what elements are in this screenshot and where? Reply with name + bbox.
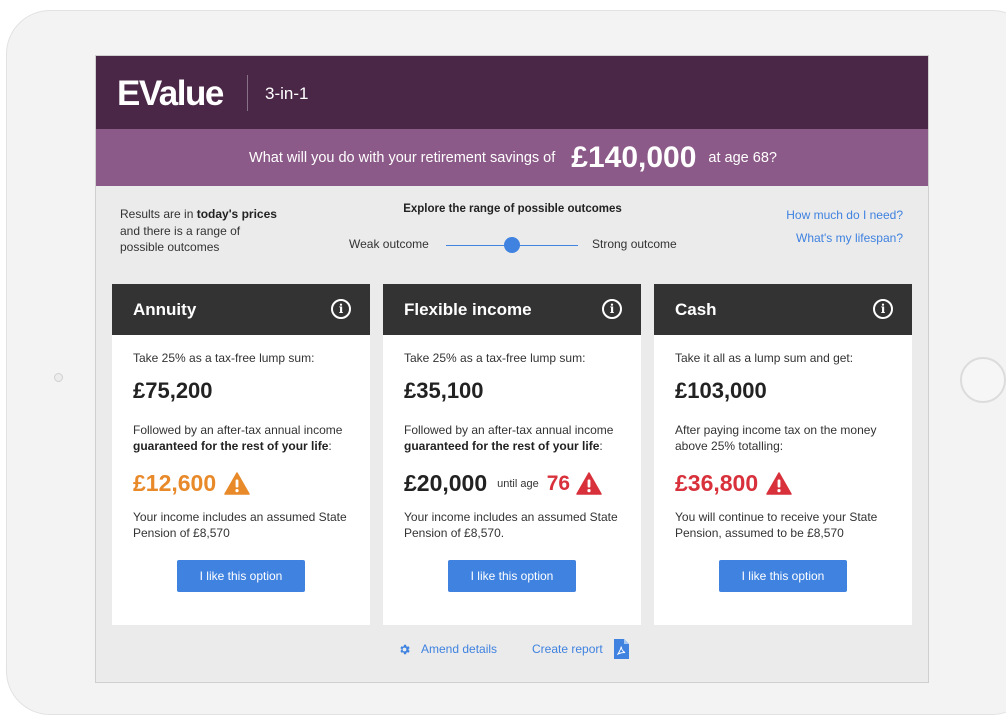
card-header: Annuity i: [112, 284, 370, 335]
strong-outcome-label: Strong outcome: [592, 237, 677, 251]
desc-prefix: Followed by an after-tax annual income: [133, 423, 343, 437]
lump-sum-label: Take 25% as a tax-free lump sum:: [133, 351, 315, 365]
cash-card: Cash i Take it all as a lump sum and get…: [654, 284, 912, 625]
warning-triangle-icon[interactable]: [766, 472, 792, 495]
annual-income-value: £12,600: [133, 470, 217, 496]
create-report-label: Create report: [532, 642, 603, 656]
annuity-card: Annuity i Take 25% as a tax-free lump su…: [112, 284, 370, 625]
logo-divider: [247, 75, 248, 111]
camera-dot: [54, 373, 63, 382]
results-note: Results are in today's prices and there …: [120, 206, 280, 256]
weak-outcome-label: Weak outcome: [349, 237, 429, 251]
results-note-suffix: and there is a range of possible outcome…: [120, 223, 241, 255]
card-title: Flexible income: [404, 300, 532, 319]
income-description: After paying income tax on the money abo…: [675, 423, 877, 453]
until-age-value: 76: [546, 471, 571, 495]
like-annuity-button[interactable]: I like this option: [177, 560, 305, 592]
results-note-prefix: Results are in: [120, 207, 197, 221]
like-flexible-income-button[interactable]: I like this option: [448, 560, 576, 592]
whats-my-lifespan-link[interactable]: What's my lifespan?: [796, 231, 903, 245]
amend-details-label: Amend details: [421, 642, 498, 656]
state-pension-note: Your income includes an assumed State Pe…: [404, 510, 618, 540]
card-header: Cash i: [654, 284, 912, 335]
card-title: Annuity: [133, 300, 197, 319]
after-tax-value: £36,800: [675, 470, 759, 496]
create-report-link[interactable]: Create report: [532, 639, 629, 659]
flexible-income-card: Flexible income i Take 25% as a tax-free…: [383, 284, 641, 625]
results-note-bold: today's prices: [196, 207, 277, 221]
state-pension-note: You will continue to receive your State …: [675, 510, 878, 540]
until-age-label: until age: [497, 477, 539, 490]
card-title: Cash: [675, 300, 717, 319]
app-screen: EValue 3-in-1 What will you do with your…: [95, 55, 929, 683]
income-description: Followed by an after-tax annual income g…: [404, 422, 629, 454]
desc-prefix: Followed by an after-tax annual income: [404, 423, 614, 437]
income-row: £20,000 until age 76: [404, 470, 602, 497]
how-much-do-i-need-link[interactable]: How much do I need?: [786, 208, 903, 222]
lump-sum-value: £35,100: [404, 378, 484, 403]
state-pension-note: Your income includes an assumed State Pe…: [133, 510, 347, 540]
info-icon[interactable]: i: [331, 299, 351, 319]
home-button[interactable]: [960, 357, 1006, 403]
banner-question: What will you do with your retirement sa…: [249, 149, 556, 166]
outcome-slider-thumb[interactable]: [504, 237, 520, 253]
desc-suffix: :: [599, 439, 603, 453]
gear-icon: [400, 644, 410, 654]
desc-suffix: :: [328, 439, 332, 453]
explore-title: Explore the range of possible outcomes: [403, 203, 622, 215]
amend-details-link[interactable]: Amend details: [398, 642, 497, 656]
banner-age: at age 68?: [708, 149, 777, 166]
savings-amount: £140,000: [571, 140, 697, 174]
warning-triangle-icon[interactable]: [576, 472, 602, 495]
lump-sum-value: £103,000: [675, 378, 767, 403]
top-bar: EValue 3-in-1: [96, 56, 928, 129]
savings-banner: What will you do with your retirement sa…: [96, 129, 928, 186]
lump-sum-value: £75,200: [133, 378, 213, 403]
income-description: Followed by an after-tax annual income g…: [133, 422, 358, 454]
income-row: £12,600: [133, 470, 250, 497]
income-row: £36,800: [675, 470, 792, 497]
warning-triangle-icon[interactable]: [224, 472, 250, 495]
annual-income-value: £20,000: [404, 470, 488, 496]
app-subtitle: 3-in-1: [265, 84, 309, 103]
info-icon[interactable]: i: [873, 299, 893, 319]
like-cash-button[interactable]: I like this option: [719, 560, 847, 592]
evalue-logo: EValue: [117, 74, 224, 113]
lump-sum-label: Take 25% as a tax-free lump sum:: [404, 351, 586, 365]
desc-bold: guaranteed for the rest of your life: [133, 439, 329, 453]
lump-sum-label: Take it all as a lump sum and get:: [675, 351, 854, 365]
desc-bold: guaranteed for the rest of your life: [404, 439, 600, 453]
pdf-icon: [613, 639, 629, 659]
card-header: Flexible income i: [383, 284, 641, 335]
info-icon[interactable]: i: [602, 299, 622, 319]
